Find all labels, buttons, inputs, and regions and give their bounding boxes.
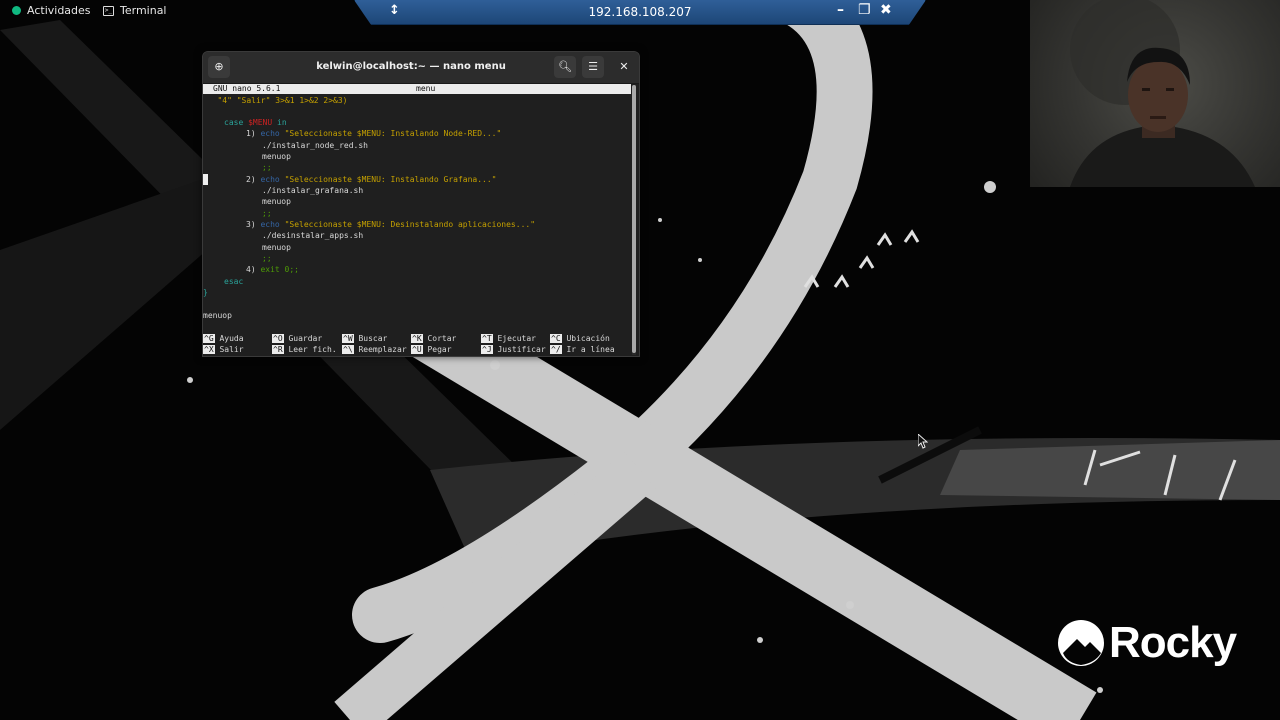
remote-desktop-bar: ↕ 192.168.108.207 – ❐ ✖ (354, 0, 926, 25)
code-line: ;; (262, 254, 272, 263)
shortcut-help[interactable]: ^G Ayuda (203, 333, 244, 344)
nano-version: GNU nano 5.6.1 (213, 84, 281, 93)
webcam-person-image (1070, 0, 1255, 187)
code-line: ./instalar_node_red.sh (262, 141, 368, 150)
activities-label: Actividades (27, 4, 91, 17)
terminal-app-menu[interactable]: >_ Terminal (103, 4, 167, 17)
rocky-logo: Rocky (1057, 618, 1237, 668)
mouse-pointer-icon (918, 434, 928, 449)
nano-shortcut-bar: ^G Ayuda ^O Guardar ^W Buscar ^K Cortar … (203, 333, 631, 356)
terminal-headerbar: ⊕ kelwin@localhost:~ — nano menu 🔍︎ ☰ ✕ (203, 52, 639, 84)
nano-titlebar: GNU nano 5.6.1 menu (203, 84, 631, 94)
code-line: menuop (262, 152, 291, 161)
terminal-title: kelwin@localhost:~ — nano menu (316, 61, 506, 72)
terminal-icon: >_ (103, 5, 114, 16)
code-line: menuop (262, 243, 291, 252)
new-tab-icon[interactable]: ⊕ (208, 56, 230, 78)
code-line: ;; (262, 209, 272, 218)
shortcut-paste[interactable]: ^U Pegar (411, 344, 452, 355)
search-icon[interactable]: 🔍︎ (554, 56, 576, 78)
hamburger-menu-icon[interactable]: ☰ (582, 56, 604, 78)
shortcut-cut[interactable]: ^K Cortar (411, 333, 456, 344)
rocky-logo-icon (1058, 620, 1104, 666)
code-line: ./desinstalar_apps.sh (262, 231, 364, 240)
shortcut-read-file[interactable]: ^R Leer fich. (272, 344, 337, 355)
terminal-window[interactable]: ⊕ kelwin@localhost:~ — nano menu 🔍︎ ☰ ✕ … (202, 51, 640, 357)
code-line: } (203, 288, 208, 297)
code-line: case $MENU in (224, 118, 287, 127)
shortcut-execute[interactable]: ^T Ejecutar (481, 333, 536, 344)
shortcut-save[interactable]: ^O Guardar (272, 333, 322, 344)
shortcut-exit[interactable]: ^X Salir (203, 344, 244, 355)
shortcut-location[interactable]: ^C Ubicación (550, 333, 610, 344)
activities-button[interactable]: Actividades (12, 4, 91, 17)
webcam-overlay (1030, 0, 1280, 187)
code-line: menuop (262, 197, 291, 206)
shortcut-goto-line[interactable]: ^/ Ir a línea (550, 344, 615, 355)
code-line: ./instalar_grafana.sh (262, 186, 364, 195)
terminal-scrollbar[interactable] (632, 85, 636, 355)
code-line: 2) echo "Seleccionaste $MENU: Instalando… (246, 175, 497, 184)
scrollbar-thumb[interactable] (632, 85, 636, 353)
close-icon[interactable]: ✕ (613, 56, 635, 78)
close-icon[interactable]: ✖ (880, 2, 892, 18)
code-line: ;; (262, 163, 272, 172)
code-line: 1) echo "Seleccionaste $MENU: Instalando… (246, 129, 502, 138)
rocky-icon (12, 6, 21, 15)
rocky-logo-text: Rocky (1109, 618, 1237, 667)
text-cursor (203, 174, 208, 185)
shortcut-replace[interactable]: ^\ Reemplazar (342, 344, 407, 355)
code-line: esac (224, 277, 244, 286)
code-line: menuop (203, 311, 232, 320)
shortcut-search[interactable]: ^W Buscar (342, 333, 387, 344)
code-line: "4" "Salir" 3>&1 1>&2 2>&3) (217, 96, 348, 105)
restore-icon[interactable]: ❐ (858, 2, 871, 18)
shortcut-justify[interactable]: ^J Justificar (481, 344, 546, 355)
nano-filename: menu (416, 84, 436, 93)
code-line: 4) exit 0;; (246, 265, 299, 274)
terminal-app-label: Terminal (120, 4, 167, 17)
code-line: 3) echo "Seleccionaste $MENU: Desinstala… (246, 220, 536, 229)
nano-editor[interactable]: GNU nano 5.6.1 menu "4" "Salir" 3>&1 1>&… (203, 84, 631, 356)
minimize-icon[interactable]: – (837, 2, 844, 18)
